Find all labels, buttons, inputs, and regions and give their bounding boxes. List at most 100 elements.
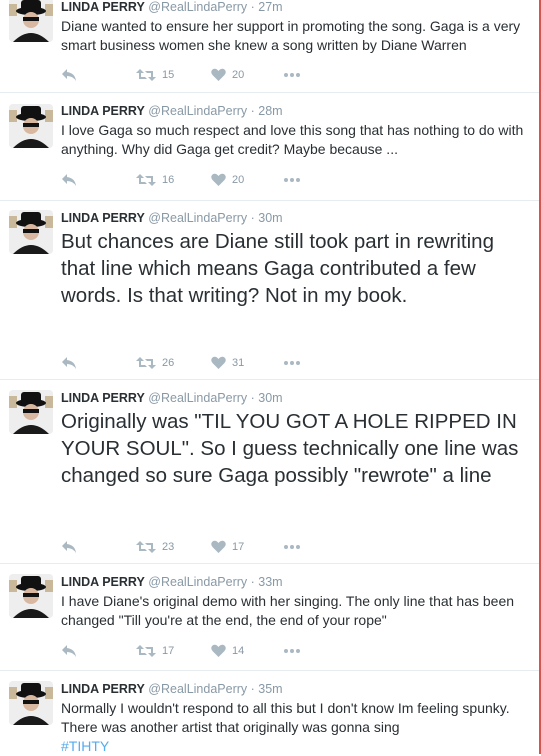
tweet-actions: 23 17 <box>61 539 321 555</box>
avatar[interactable] <box>9 390 53 434</box>
author-handle[interactable]: @RealLindaPerry <box>148 575 247 589</box>
timestamp[interactable]: · 33m <box>251 575 283 589</box>
retweet-button[interactable]: 26 <box>136 355 174 371</box>
avatar-image <box>9 0 53 42</box>
author-name[interactable]: LINDA PERRY <box>61 0 145 14</box>
retweet-button[interactable]: 16 <box>136 172 174 188</box>
reply-icon <box>62 174 76 186</box>
author-name[interactable]: LINDA PERRY <box>61 391 145 405</box>
tweet-actions: 15 20 <box>61 67 321 83</box>
like-button[interactable]: 20 <box>211 172 244 188</box>
author-handle[interactable]: @RealLindaPerry <box>148 391 247 405</box>
more-button[interactable] <box>283 539 301 555</box>
avatar[interactable] <box>9 210 53 254</box>
retweet-count: 16 <box>162 174 175 186</box>
tweet-text: Originally was "TIL YOU GOT A HOLE RIPPE… <box>61 410 519 487</box>
more-button[interactable] <box>283 643 301 659</box>
more-dots-icon <box>284 178 300 182</box>
tweet-text: Diane wanted to ensure her support in pr… <box>61 18 521 53</box>
retweet-button[interactable]: 17 <box>136 643 174 659</box>
tweet-header: LINDA PERRY @RealLindaPerry · 33m <box>61 575 531 590</box>
like-button[interactable]: 17 <box>211 539 244 555</box>
more-button[interactable] <box>283 355 301 371</box>
reply-button[interactable] <box>61 172 77 188</box>
tweet[interactable]: LINDA PERRY @RealLindaPerry · 30m But ch… <box>0 202 539 380</box>
retweet-icon <box>136 357 156 369</box>
author-name[interactable]: LINDA PERRY <box>61 682 145 696</box>
author-name[interactable]: LINDA PERRY <box>61 104 145 118</box>
tweet-text: I love Gaga so much respect and love thi… <box>61 122 524 157</box>
like-button[interactable]: 31 <box>211 355 244 371</box>
like-count: 17 <box>232 541 245 553</box>
heart-icon <box>211 644 226 657</box>
heart-icon <box>211 540 226 553</box>
avatar[interactable] <box>9 681 53 725</box>
like-count: 20 <box>232 69 245 81</box>
retweet-count: 15 <box>162 69 175 81</box>
timestamp[interactable]: · 28m <box>251 104 283 118</box>
more-button[interactable] <box>283 67 301 83</box>
author-handle[interactable]: @RealLindaPerry <box>148 104 247 118</box>
heart-icon <box>211 173 226 186</box>
tweet[interactable]: LINDA PERRY @RealLindaPerry · 28m I love… <box>0 94 539 201</box>
like-count: 14 <box>232 645 245 657</box>
more-dots-icon <box>284 361 300 365</box>
avatar-image <box>9 574 53 618</box>
hashtag-link[interactable]: #TIHTY <box>61 738 109 754</box>
retweet-icon <box>136 69 156 81</box>
author-name[interactable]: LINDA PERRY <box>61 575 145 589</box>
timestamp[interactable]: · 35m <box>251 682 283 696</box>
like-count: 31 <box>232 357 245 369</box>
tweet-header: LINDA PERRY @RealLindaPerry · 35m <box>61 682 531 697</box>
tweet[interactable]: LINDA PERRY @RealLindaPerry · 35m Normal… <box>0 672 539 754</box>
author-handle[interactable]: @RealLindaPerry <box>148 0 247 14</box>
reply-button[interactable] <box>61 355 77 371</box>
avatar[interactable] <box>9 104 53 148</box>
more-dots-icon <box>284 649 300 653</box>
more-dots-icon <box>284 73 300 77</box>
tweet-header: LINDA PERRY @RealLindaPerry · 27m <box>61 0 531 15</box>
reply-icon <box>62 357 76 369</box>
like-count: 20 <box>232 174 245 186</box>
reply-button[interactable] <box>61 67 77 83</box>
tweet-text: I have Diane's original demo with her si… <box>61 593 515 628</box>
tweet-text: But chances are Diane still took part in… <box>61 230 494 307</box>
avatar-image <box>9 210 53 254</box>
retweet-button[interactable]: 23 <box>136 539 174 555</box>
timestamp[interactable]: · 27m <box>251 0 283 14</box>
author-handle[interactable]: @RealLindaPerry <box>148 211 247 225</box>
tweet-header: LINDA PERRY @RealLindaPerry · 30m <box>61 391 531 406</box>
retweet-count: 17 <box>162 645 175 657</box>
reply-icon <box>62 541 76 553</box>
like-button[interactable]: 14 <box>211 643 244 659</box>
tweet[interactable]: LINDA PERRY @RealLindaPerry · 33m I have… <box>0 565 539 671</box>
tweet-actions: 26 31 <box>61 355 321 371</box>
retweet-count: 26 <box>162 357 175 369</box>
tweet[interactable]: LINDA PERRY @RealLindaPerry · 27m Diane … <box>0 0 539 93</box>
avatar-image <box>9 390 53 434</box>
retweet-button[interactable]: 15 <box>136 67 174 83</box>
author-handle[interactable]: @RealLindaPerry <box>148 682 247 696</box>
like-button[interactable]: 20 <box>211 67 244 83</box>
retweet-icon <box>136 645 156 657</box>
heart-icon <box>211 356 226 369</box>
retweet-icon <box>136 174 156 186</box>
retweet-count: 23 <box>162 541 175 553</box>
tweet-text: Normally I wouldn't respond to all this … <box>61 699 531 756</box>
timestamp[interactable]: · 30m <box>251 391 283 405</box>
reply-icon <box>62 69 76 81</box>
avatar[interactable] <box>9 0 53 42</box>
tweet-actions: 16 20 <box>61 172 321 188</box>
more-button[interactable] <box>283 172 301 188</box>
avatar-image <box>9 104 53 148</box>
reply-button[interactable] <box>61 643 77 659</box>
avatar-image <box>9 681 53 725</box>
heart-icon <box>211 68 226 81</box>
author-name[interactable]: LINDA PERRY <box>61 211 145 225</box>
tweet[interactable]: LINDA PERRY @RealLindaPerry · 30m Origin… <box>0 381 539 564</box>
tweet-header: LINDA PERRY @RealLindaPerry · 30m <box>61 211 531 226</box>
timestamp[interactable]: · 30m <box>251 211 283 225</box>
retweet-icon <box>136 541 156 553</box>
avatar[interactable] <box>9 574 53 618</box>
reply-button[interactable] <box>61 539 77 555</box>
